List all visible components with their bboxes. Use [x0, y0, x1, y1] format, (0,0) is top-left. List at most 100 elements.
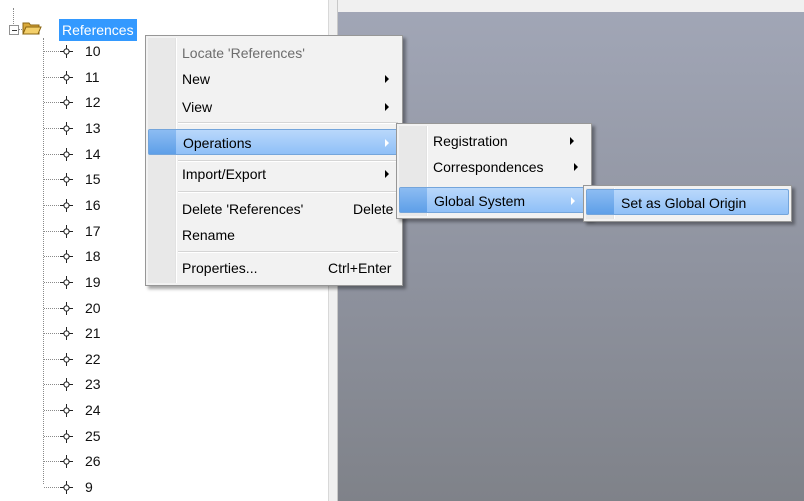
tree-connector — [44, 51, 61, 52]
context-menu: Locate 'References' New View Operations … — [145, 35, 403, 286]
coordinate-node-icon — [60, 250, 73, 263]
menu-separator — [178, 251, 398, 253]
coordinate-node-icon — [60, 225, 73, 238]
tree-connector — [44, 128, 61, 129]
tree-item-label: 26 — [85, 453, 101, 469]
tree-connector — [44, 205, 61, 206]
tree-item-label: 12 — [85, 94, 101, 110]
menu-item-label: New — [182, 71, 211, 87]
tree-connector — [43, 38, 44, 484]
coordinate-node-icon — [60, 353, 73, 366]
tree-connector — [44, 487, 61, 488]
tree-item-label: 11 — [85, 69, 100, 85]
coordinate-node-icon — [60, 455, 73, 468]
submenu-arrow-icon — [571, 197, 575, 205]
tree-item-label: 24 — [85, 402, 101, 418]
tree-item-label: 15 — [85, 171, 101, 187]
tree-item-label: 10 — [85, 43, 101, 59]
tree-connector — [44, 436, 61, 437]
menu-item-properties[interactable]: Properties... Ctrl+Enter — [148, 255, 400, 281]
menu-separator — [178, 191, 398, 193]
menu-item-new[interactable]: New — [148, 66, 400, 92]
menu-item-label: Rename — [182, 227, 235, 243]
submenu-arrow-icon — [385, 139, 389, 147]
tree-item-label: 25 — [85, 428, 101, 444]
tree-item-label: 9 — [85, 479, 93, 495]
coordinate-node-icon — [60, 404, 73, 417]
tree-item-label: 19 — [85, 274, 101, 290]
menu-item-import-export[interactable]: Import/Export — [148, 161, 400, 187]
menu-item-label: Properties... — [182, 260, 258, 276]
global-system-submenu: Set as Global Origin — [583, 185, 792, 222]
menu-item-label: Import/Export — [182, 166, 267, 182]
coordinate-node-icon — [60, 45, 73, 58]
tree-connector — [44, 77, 61, 78]
coordinate-node-icon — [60, 430, 73, 443]
tree-connector — [44, 461, 61, 462]
operations-submenu: Registration Correspondences Global Syst… — [396, 123, 592, 219]
tree-item-label: 20 — [85, 300, 101, 316]
menu-item-label: Registration — [433, 133, 508, 149]
menu-item-global-system[interactable]: Global System — [399, 187, 589, 213]
tree-connector — [44, 231, 61, 232]
menu-item-registration[interactable]: Registration — [399, 128, 589, 154]
submenu-arrow-icon — [385, 75, 389, 83]
tree-item-label: 13 — [85, 120, 101, 136]
menu-item-correspondences[interactable]: Correspondences — [399, 154, 589, 180]
collapse-toggle-icon[interactable] — [9, 25, 19, 35]
submenu-arrow-icon — [570, 137, 574, 145]
tree-connector — [44, 384, 61, 385]
tree-connector — [44, 282, 61, 283]
menu-item-view[interactable]: View — [148, 94, 400, 120]
menu-item-operations[interactable]: Operations — [148, 129, 400, 155]
menu-item-label: Correspondences — [433, 159, 544, 175]
menu-highlight-gutter — [587, 190, 614, 214]
tree-connector — [44, 359, 61, 360]
coordinate-node-icon — [60, 481, 73, 494]
coordinate-node-icon — [60, 276, 73, 289]
tree-connector — [44, 308, 61, 309]
tree-connector — [44, 179, 61, 180]
menu-separator — [178, 122, 398, 124]
coordinate-node-icon — [60, 96, 73, 109]
tree-root-references[interactable]: References — [59, 19, 137, 41]
coordinate-node-icon — [60, 199, 73, 212]
menu-item-label: View — [182, 99, 213, 115]
tree-connector — [44, 333, 61, 334]
tree-item-label: 18 — [85, 248, 101, 264]
tree-connector — [44, 256, 61, 257]
submenu-arrow-icon — [385, 170, 389, 178]
tree-connector — [18, 29, 22, 30]
menu-item-label: Delete 'References' — [182, 201, 304, 217]
menu-highlight-gutter — [149, 130, 176, 154]
menu-item-label: Set as Global Origin — [621, 195, 747, 211]
3d-viewport[interactable] — [338, 12, 804, 501]
tree-item-label: 22 — [85, 351, 101, 367]
menu-highlight-gutter — [400, 188, 427, 212]
viewport-header — [338, 0, 804, 12]
coordinate-node-icon — [60, 173, 73, 186]
tree-item-label: 16 — [85, 197, 101, 213]
folder-open-icon — [22, 22, 42, 35]
menu-item-rename[interactable]: Rename — [148, 222, 400, 248]
menu-item-shortcut: Ctrl+Enter — [328, 260, 392, 276]
menu-item-shortcut: Delete — [353, 201, 394, 217]
tree-item-label: 23 — [85, 376, 101, 392]
submenu-arrow-icon — [385, 103, 389, 111]
menu-item-locate: Locate 'References' — [148, 40, 400, 66]
tree-connector — [13, 8, 14, 24]
coordinate-node-icon — [60, 327, 73, 340]
tree-item-label: 14 — [85, 146, 101, 162]
menu-item-label: Locate 'References' — [182, 45, 305, 61]
menu-item-delete[interactable]: Delete 'References' Delete — [148, 196, 400, 222]
menu-item-label: Global System — [434, 193, 526, 209]
menu-item-set-global-origin[interactable]: Set as Global Origin — [586, 189, 789, 215]
coordinate-node-icon — [60, 378, 73, 391]
coordinate-node-icon — [60, 122, 73, 135]
tree-item-label: 17 — [85, 223, 101, 239]
tree-connector — [44, 410, 61, 411]
coordinate-node-icon — [60, 302, 73, 315]
submenu-arrow-icon — [574, 163, 578, 171]
tree-item-label: 21 — [85, 325, 101, 341]
coordinate-node-icon — [60, 148, 73, 161]
